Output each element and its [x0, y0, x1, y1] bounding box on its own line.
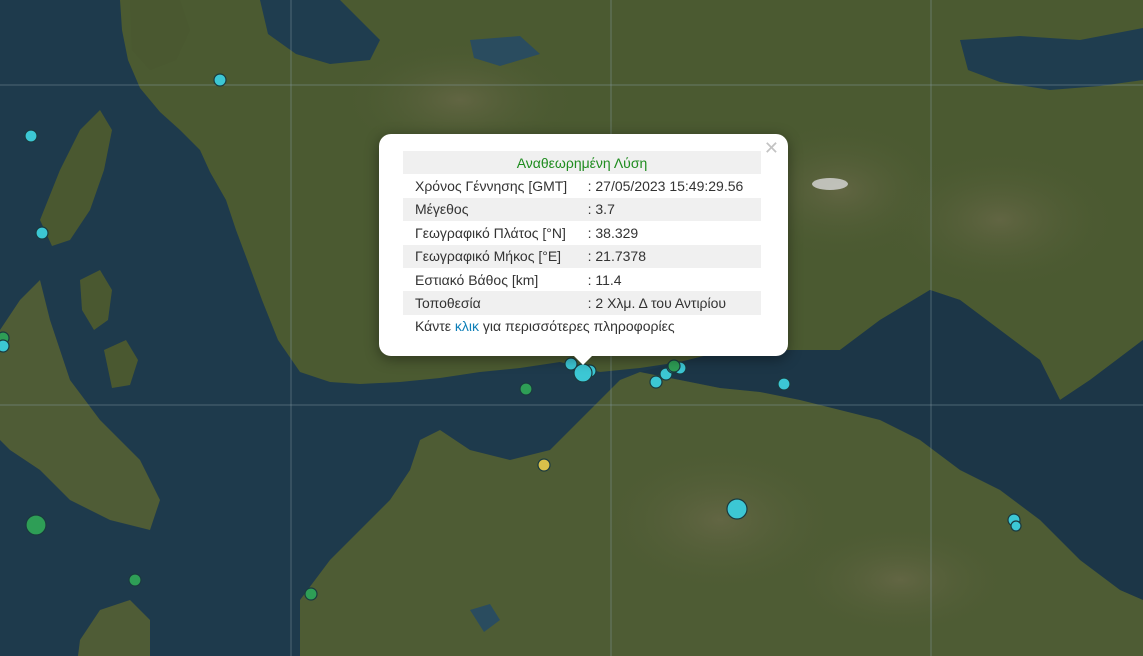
- row-value: : 2 Χλμ. Δ του Αντιρίου: [585, 291, 761, 315]
- earthquake-marker[interactable]: [537, 458, 551, 472]
- row-value: : 27/05/2023 15:49:29.56: [587, 178, 744, 195]
- earthquake-marker[interactable]: [35, 226, 49, 240]
- popup-title: Αναθεωρημένη Λύση: [403, 151, 761, 175]
- more-info-suffix: για περισσότερες πληροφορίες: [479, 318, 675, 335]
- earthquake-marker[interactable]: [128, 573, 142, 587]
- mountain-shade: [780, 520, 1020, 640]
- row-label: Μέγεθος: [403, 197, 586, 222]
- row-value: : 21.7378: [585, 244, 761, 268]
- row-label: Γεωγραφικό Μήκος [°E]: [403, 244, 586, 268]
- more-info-row: Κάντε κλικ για περισσότερες πληροφορίες: [403, 315, 761, 338]
- earthquake-marker-selected[interactable]: [573, 363, 593, 383]
- table-row: Γεωγραφικό Πλάτος [°N] : 38.329: [403, 221, 761, 244]
- earthquake-marker[interactable]: [1010, 520, 1022, 532]
- earthquake-marker[interactable]: [304, 587, 318, 601]
- table-row: Τοποθεσία : 2 Χλμ. Δ του Αντιρίου: [403, 291, 761, 315]
- earthquake-marker[interactable]: [649, 375, 663, 389]
- table-row: Εστιακό Βάθος [km] : 11.4: [403, 268, 761, 291]
- earthquake-marker[interactable]: [777, 377, 791, 391]
- more-info-link[interactable]: κλικ: [455, 318, 479, 334]
- close-icon[interactable]: ✕: [764, 139, 779, 157]
- earthquake-info-popup: ✕ Αναθεωρημένη Λύση Χρόνος Γέννησης [GMT…: [379, 134, 788, 365]
- earthquake-marker[interactable]: [519, 382, 533, 396]
- earthquake-marker[interactable]: [25, 514, 47, 536]
- earthquake-details-table: Αναθεωρημένη Λύση Χρόνος Γέννησης [GMT] …: [403, 151, 761, 338]
- earthquake-marker[interactable]: [726, 498, 748, 520]
- earthquake-marker[interactable]: [24, 129, 38, 143]
- earthquake-marker[interactable]: [213, 73, 227, 87]
- more-info-prefix: Κάντε: [415, 318, 455, 335]
- mountain-shade: [880, 150, 1120, 290]
- table-row: Γεωγραφικό Μήκος [°E] : 21.7378: [403, 244, 761, 268]
- row-value: : 38.329: [587, 224, 639, 241]
- row-label: Χρόνος Γέννησης [GMT]: [415, 178, 568, 195]
- earthquake-marker[interactable]: [0, 339, 10, 353]
- row-label: Γεωγραφικό Πλάτος [°N]: [415, 224, 566, 241]
- more-info-text: Κάντε κλικ για περισσότερες πληροφορίες: [403, 315, 761, 338]
- row-label: Τοποθεσία: [403, 291, 586, 315]
- table-row: Μέγεθος : 3.7: [403, 197, 761, 222]
- popup-pointer: [573, 355, 593, 365]
- table-title-row: Αναθεωρημένη Λύση: [403, 151, 761, 175]
- snow-patch: [812, 178, 848, 190]
- row-label: Εστιακό Βάθος [km]: [415, 271, 539, 288]
- row-value: : 3.7: [585, 197, 761, 222]
- earthquake-marker[interactable]: [667, 359, 681, 373]
- row-value: : 11.4: [587, 271, 622, 288]
- table-row: Χρόνος Γέννησης [GMT] : 27/05/2023 15:49…: [403, 174, 761, 197]
